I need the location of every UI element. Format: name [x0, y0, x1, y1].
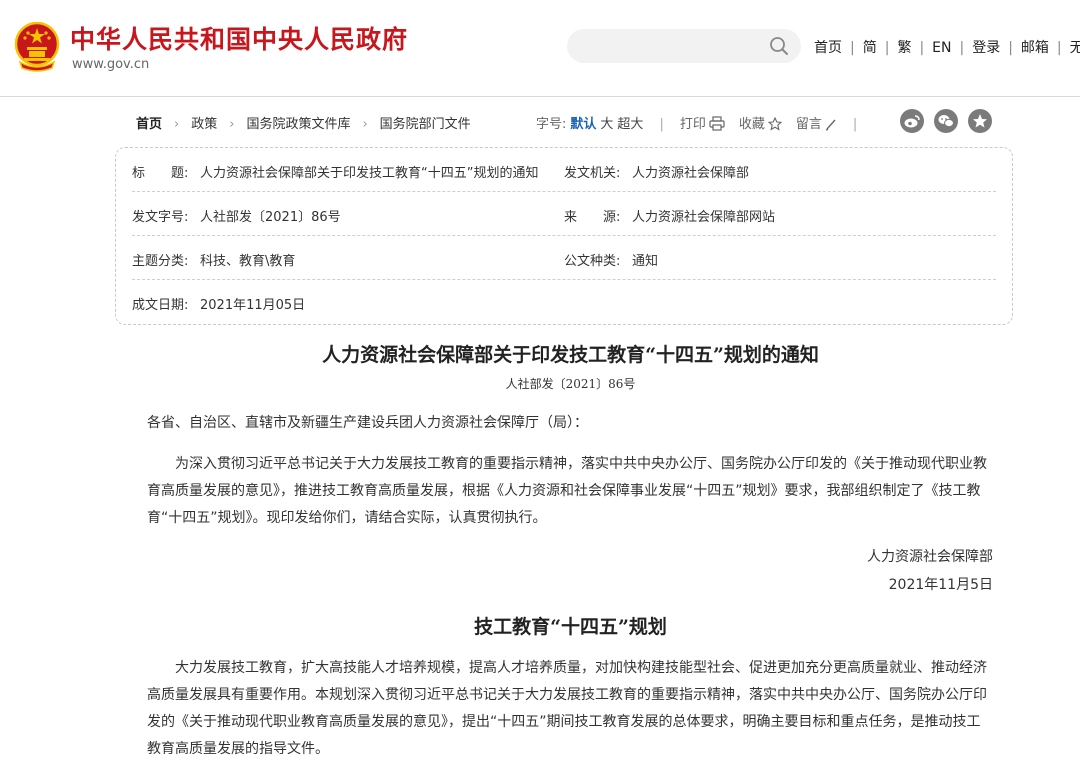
link-separator: |: [884, 40, 890, 56]
search-icon[interactable]: [769, 36, 789, 56]
meta-issuer-value: 人力资源社会保障部: [632, 166, 750, 181]
meta-category-value: 科技、教育\教育: [200, 254, 296, 269]
article-doc-number: 人社部发〔2021〕86号: [505, 377, 636, 391]
meta-issuer-key: 发文机关:: [564, 166, 621, 181]
chevron-right-icon: ›: [174, 117, 180, 132]
link-home[interactable]: 首页: [814, 40, 842, 56]
link-mailbox[interactable]: 邮箱: [1021, 40, 1049, 56]
site-url[interactable]: www.gov.cn: [72, 57, 149, 72]
article-salutation: 各省、自治区、直辖市及新疆生产建设兵团人力资源社会保障厅（局）：: [147, 415, 588, 431]
print-label: 打印: [679, 117, 706, 132]
link-separator: |: [850, 40, 855, 56]
meta-row: 标 题: 人力资源社会保障部关于印发技工教育“十四五”规划的通知 发文机关: 人力资…: [132, 148, 996, 192]
link-english[interactable]: EN: [932, 40, 951, 56]
meta-type-key: 公文种类:: [564, 254, 621, 269]
meta-source-key: 来 源:: [564, 210, 621, 225]
meta-category-key: 主题分类:: [132, 254, 189, 269]
font-size-default[interactable]: 默认: [570, 117, 596, 132]
breadcrumb-home[interactable]: 首页: [136, 117, 162, 132]
link-separator: |: [1056, 40, 1062, 56]
favorite-label: 收藏: [738, 117, 765, 132]
meta-row: 成文日期: 2021年11月05日: [132, 280, 996, 324]
favorite-button[interactable]: 收藏: [739, 117, 782, 132]
print-button[interactable]: 打印: [679, 116, 725, 132]
top-nav-links: 首页 | 简 | 繁 | EN | 登录 | 邮箱 | 无: [814, 37, 1080, 57]
page-toolbar: 首页 › 政策 › 国务院政策文件库 › 国务院部门文件 字号: 默认大超大 | 打印 收藏 留言 |: [0, 108, 1080, 136]
meta-docno-key: 发文字号:: [132, 210, 189, 225]
chevron-right-icon: ›: [362, 117, 368, 132]
star-icon[interactable]: [968, 109, 992, 133]
meta-source-value: 人力资源社会保障部网站: [632, 210, 776, 225]
meta-type-value: 通知: [632, 254, 659, 269]
link-separator: |: [959, 40, 965, 56]
breadcrumb-policy[interactable]: 政策: [191, 117, 217, 132]
printer-icon: [709, 116, 725, 131]
comment-button[interactable]: 留言: [796, 117, 837, 132]
plan-intro-paragraph: 大力发展技工教育，扩大高技能人才培养规模，提高人才培养质量，对加快构建技能型社会…: [147, 660, 987, 757]
pencil-icon: [825, 119, 836, 131]
link-accessibility[interactable]: 无: [1070, 40, 1080, 56]
article-signer: 人力资源社会保障部: [867, 549, 993, 565]
site-header: 中华人民共和国中央人民政府 www.gov.cn 首页 | 简 | 繁 | EN | 登录 | 邮箱…: [0, 0, 1080, 97]
link-traditional[interactable]: 繁: [897, 40, 911, 56]
wechat-icon[interactable]: [934, 109, 958, 133]
comment-label: 留言: [795, 117, 822, 132]
star-outline-icon: [767, 117, 782, 131]
meta-date-value: 2021年11月05日: [200, 298, 306, 313]
font-size-large[interactable]: 大: [600, 117, 613, 132]
meta-row: 主题分类: 科技、教育\教育 公文种类: 通知: [132, 236, 996, 280]
link-separator: |: [919, 40, 925, 56]
font-size-xlarge[interactable]: 超大: [617, 117, 643, 132]
article-tools: 字号: 默认大超大 | 打印 收藏 留言 |: [536, 113, 873, 132]
site-title[interactable]: 中华人民共和国中央人民政府: [70, 20, 408, 56]
font-size-label: 字号:: [536, 117, 567, 132]
meta-title-key: 标 题:: [132, 166, 189, 181]
meta-date-key: 成文日期:: [132, 298, 189, 313]
weibo-icon[interactable]: [900, 109, 924, 133]
breadcrumb: 首页 › 政策 › 国务院政策文件库 › 国务院部门文件: [136, 113, 471, 132]
link-separator: |: [1008, 40, 1013, 56]
national-emblem-icon[interactable]: [14, 22, 60, 72]
chevron-right-icon: ›: [229, 117, 235, 132]
toolbar-divider: |: [852, 117, 858, 132]
meta-docno-value: 人社部发〔2021〕86号: [200, 210, 341, 225]
toolbar-divider: |: [659, 117, 664, 132]
document-metadata-table: 标 题: 人力资源社会保障部关于印发技工教育“十四五”规划的通知 发文机关: 人力资…: [115, 147, 1013, 325]
article-title: 人力资源社会保障部关于印发技工教育“十四五”规划的通知: [322, 344, 819, 366]
share-buttons: [900, 109, 1002, 137]
link-login[interactable]: 登录: [972, 40, 1000, 56]
link-simplified[interactable]: 简: [863, 40, 877, 56]
search-input[interactable]: [567, 29, 801, 63]
article-body-paragraph: 为深入贯彻习近平总书记关于大力发展技工教育的重要指示精神，落实中共中央办公厅、国…: [147, 456, 987, 526]
breadcrumb-department-docs[interactable]: 国务院部门文件: [380, 117, 471, 132]
meta-title-value: 人力资源社会保障部关于印发技工教育“十四五”规划的通知: [200, 166, 539, 181]
meta-row: 发文字号: 人社部发〔2021〕86号 来 源: 人力资源社会保障部网站: [132, 192, 996, 236]
breadcrumb-policy-library[interactable]: 国务院政策文件库: [246, 117, 350, 132]
plan-title: 技工教育“十四五”规划: [474, 616, 667, 638]
article-sign-date: 2021年11月5日: [888, 577, 993, 593]
